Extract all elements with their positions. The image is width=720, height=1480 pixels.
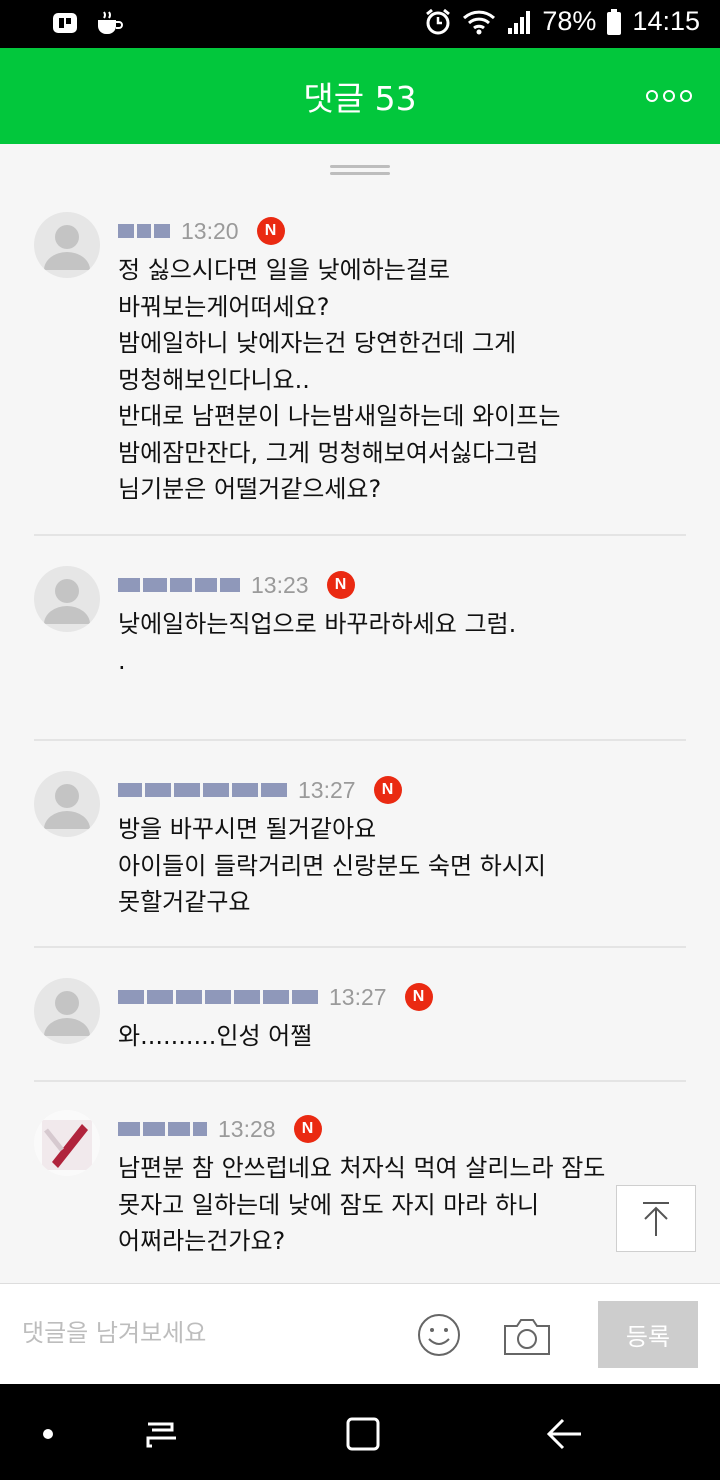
default-avatar-icon [44,991,90,1036]
avatar[interactable] [34,978,100,1044]
page-title: 댓글 53 [303,79,417,118]
divider [34,534,686,536]
avatar[interactable] [34,212,100,278]
signal-icon [508,10,531,34]
alarm-icon [426,8,451,34]
divider [34,1080,686,1082]
new-badge: N [373,776,402,804]
comment-text: 와..........인성 어쩔 [118,1022,313,1050]
system-nav-bar [0,1384,720,1480]
avatar[interactable] [34,771,100,837]
default-avatar-icon [44,225,90,270]
submit-button[interactable]: 등록 [598,1301,698,1368]
back-icon[interactable] [545,1414,585,1454]
status-bar: 78% 14:15 [0,0,720,48]
new-badge: N [326,571,355,599]
avatar[interactable] [34,566,100,632]
profile-photo-icon [42,1120,92,1170]
wifi-icon [463,10,496,34]
nickname-blurred[interactable] [118,574,243,596]
comment-time: 13:27 [298,776,356,803]
coffee-cup-icon [98,11,123,34]
comments-header: 댓글 53 [0,48,720,144]
dot-icon [663,90,675,102]
more-options-button[interactable] [646,86,694,106]
comment-item: 13:27 N 와..........인성 어쩔 [34,978,686,1068]
battery-percent: 78% [542,6,597,36]
comment-text: 방을 바꾸시면 될거같아요 아이들이 들락거리면 신랑분도 숙면 하시지 못할거… [118,815,546,916]
comment-item: 13:27 N 방을 바꾸시면 될거같아요 아이들이 들락거리면 신랑분도 숙면… [34,771,686,931]
nickname-blurred[interactable] [118,1118,210,1140]
default-avatar-icon [44,579,90,624]
arrow-up-icon [643,1201,669,1236]
nickname-blurred[interactable] [118,220,173,242]
comment-text: 낮에일하는직업으로 바꾸라하세요 그럼. . [118,610,517,675]
comment-time: 13:27 [329,983,387,1010]
scroll-to-top-button[interactable] [616,1185,696,1252]
dot-icon [646,90,658,102]
dot-indicator-icon[interactable] [28,1414,68,1454]
comment-time: 13:28 [218,1115,276,1142]
app-notification-icon [53,13,77,33]
comment-time: 13:23 [251,571,309,598]
battery-icon [607,8,622,35]
drag-handle[interactable] [330,165,390,177]
comment-item: 13:28 N 남편분 참 안쓰럽네요 처자식 먹여 살리느라 잠도 못자고 일… [34,1110,686,1280]
nickname-blurred[interactable] [118,986,321,1008]
comment-item: 13:23 N 낮에일하는직업으로 바꾸라하세요 그럼. . [34,566,686,716]
dot-icon [680,90,692,102]
comment-text: 정 싫으시다면 일을 낮에하는걸로 바꿔보는게어떠세요? 밤에일하니 낮에자는건… [118,256,561,503]
recent-apps-icon[interactable] [142,1414,182,1454]
divider [34,946,686,948]
new-badge: N [256,217,285,245]
comment-input-bar: 등록 [0,1283,720,1384]
new-badge: N [404,983,433,1011]
divider [34,739,686,741]
comment-time: 13:20 [181,217,239,244]
new-badge: N [293,1115,322,1143]
avatar[interactable] [34,1110,100,1176]
comment-item: 13:20 N 정 싫으시다면 일을 낮에하는걸로 바꿔보는게어떠세요? 밤에일… [34,212,686,512]
default-avatar-icon [44,784,90,829]
camera-icon[interactable] [502,1314,552,1358]
clock: 14:15 [632,6,700,36]
comment-input[interactable] [22,1312,382,1354]
comment-text: 남편분 참 안쓰럽네요 처자식 먹여 살리느라 잠도 못자고 일하는데 낮에 잠… [118,1154,606,1255]
emoji-icon[interactable] [416,1312,462,1358]
home-icon[interactable] [343,1414,383,1454]
nickname-blurred[interactable] [118,779,290,801]
